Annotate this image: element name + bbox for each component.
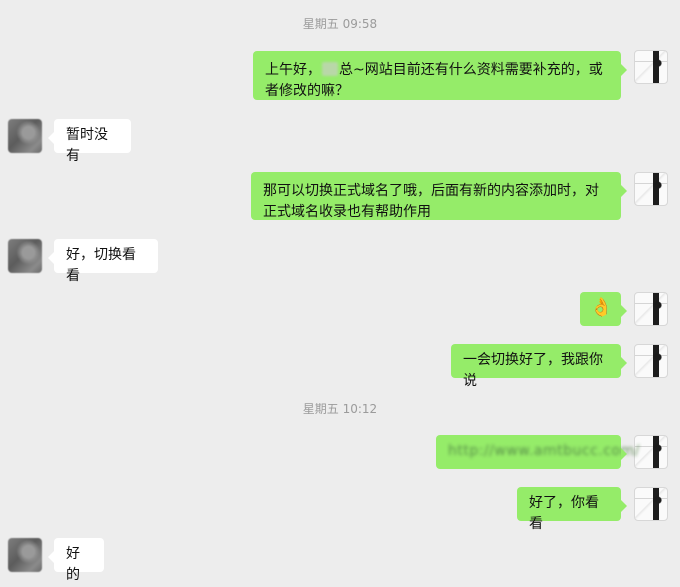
message-text: 好，切换看看: [66, 247, 136, 284]
message-text: 一会切换好了，我跟你说: [463, 352, 603, 389]
user-avatar-icon: [635, 173, 667, 205]
user-avatar-icon: [635, 345, 667, 377]
message-bubble-them[interactable]: 好，切换看看: [48, 239, 158, 284]
contact-avatar-icon[interactable]: [8, 119, 42, 153]
my-avatar[interactable]: [634, 344, 668, 378]
user-avatar-icon: [635, 488, 667, 520]
message-text: 上午好，: [265, 62, 321, 78]
link-text-blurred[interactable]: http://www.amtbucc.com/: [448, 443, 640, 459]
my-avatar[interactable]: [634, 292, 668, 326]
my-avatar[interactable]: [634, 487, 668, 521]
contact-avatar-icon[interactable]: [8, 239, 42, 273]
message-text: 那可以切换正式域名了哦，后面有新的内容添加时，对正式域名收录也有帮助作用: [263, 183, 599, 220]
message-bubble-me[interactable]: 那可以切换正式域名了哦，后面有新的内容添加时，对正式域名收录也有帮助作用: [251, 172, 627, 220]
message-bubble-link[interactable]: http://www.amtbucc.com/: [436, 435, 639, 469]
message-bubble-them[interactable]: 好的: [48, 538, 104, 583]
my-avatar[interactable]: [634, 172, 668, 206]
redacted-name: [322, 62, 338, 76]
message-text: 好了，你看看: [529, 495, 599, 532]
message-bubble-them[interactable]: 暂时没有: [48, 119, 131, 164]
timestamp-1012: 星期五 10:12: [302, 402, 378, 416]
timestamp-0958: 星期五 09:58: [302, 17, 378, 31]
message-text: 好的: [66, 546, 80, 583]
message-bubble-emoji[interactable]: 👌: [580, 292, 627, 326]
my-avatar[interactable]: [634, 50, 668, 84]
user-avatar-icon: [635, 51, 667, 83]
user-avatar-icon: [635, 293, 667, 325]
message-bubble-me[interactable]: 一会切换好了，我跟你说: [451, 344, 627, 389]
message-text: 暂时没有: [66, 127, 108, 164]
message-bubble-me[interactable]: 上午好， 总~网站目前还有什么资料需要补充的，或者修改的嘛？: [253, 51, 627, 100]
ok-hand-emoji-icon: 👌: [590, 297, 613, 318]
contact-avatar-icon[interactable]: [8, 538, 42, 572]
message-bubble-me[interactable]: 好了，你看看: [517, 487, 627, 532]
